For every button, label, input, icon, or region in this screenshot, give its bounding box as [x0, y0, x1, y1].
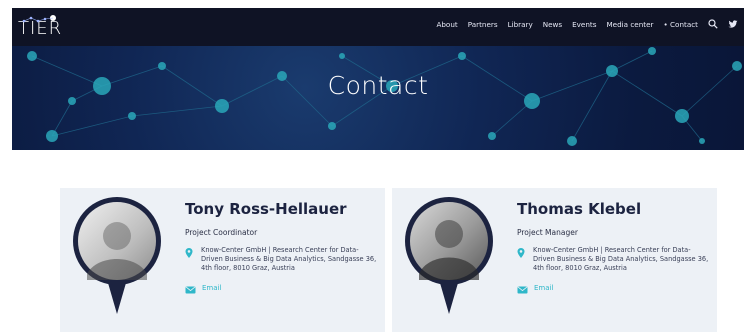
- contact-name: Tony Ross-Hellauer: [185, 200, 347, 218]
- top-navigation-bar: TIER About Partners Library News Events …: [12, 8, 744, 46]
- nav-media-center[interactable]: Media center: [606, 20, 653, 29]
- contact-role: Project Coordinator: [185, 228, 258, 237]
- location-pin-icon: [517, 248, 525, 258]
- twitter-icon[interactable]: [728, 19, 738, 29]
- nav-contact-label: Contact: [670, 19, 698, 29]
- email-link[interactable]: Email: [534, 284, 553, 292]
- contact-card: Tony Ross-Hellauer Project Coordinator K…: [60, 188, 385, 332]
- contact-name: Thomas Klebel: [517, 200, 642, 218]
- logo-network-icon: [22, 15, 56, 23]
- hero-banner: Contact: [12, 46, 744, 150]
- nav-contact[interactable]: • Contact: [663, 20, 698, 29]
- contact-address: Know-Center GmbH | Research Center for D…: [533, 246, 709, 272]
- email-link[interactable]: Email: [202, 284, 221, 292]
- main-nav: About Partners Library News Events Media…: [436, 19, 738, 29]
- nav-library[interactable]: Library: [508, 20, 533, 29]
- contact-card: Thomas Klebel Project Manager Know-Cente…: [392, 188, 717, 332]
- contact-role: Project Manager: [517, 228, 578, 237]
- avatar: [405, 197, 493, 314]
- tier-logo[interactable]: TIER: [18, 15, 62, 39]
- nav-news[interactable]: News: [543, 20, 562, 29]
- nav-events[interactable]: Events: [572, 20, 596, 29]
- email-icon[interactable]: [185, 286, 196, 294]
- contact-address: Know-Center GmbH | Research Center for D…: [201, 246, 377, 272]
- location-pin-icon: [185, 248, 193, 258]
- nav-partners[interactable]: Partners: [468, 20, 498, 29]
- search-icon[interactable]: [708, 19, 718, 29]
- page-title: Contact: [327, 71, 429, 100]
- nav-active-bullet: •: [663, 19, 668, 29]
- email-icon[interactable]: [517, 286, 528, 294]
- avatar: [73, 197, 161, 314]
- nav-about[interactable]: About: [436, 20, 457, 29]
